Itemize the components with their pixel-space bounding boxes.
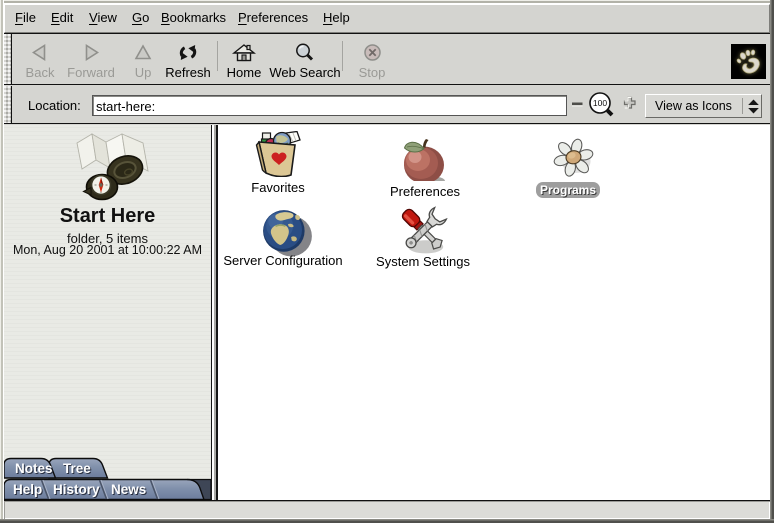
svg-text:News: News — [111, 482, 146, 497]
svg-text:History: History — [53, 482, 100, 497]
svg-text:Notes: Notes — [15, 461, 53, 476]
svg-text:Help: Help — [13, 482, 42, 497]
svg-text:Tree: Tree — [63, 461, 91, 476]
svg-text:100: 100 — [593, 98, 607, 108]
